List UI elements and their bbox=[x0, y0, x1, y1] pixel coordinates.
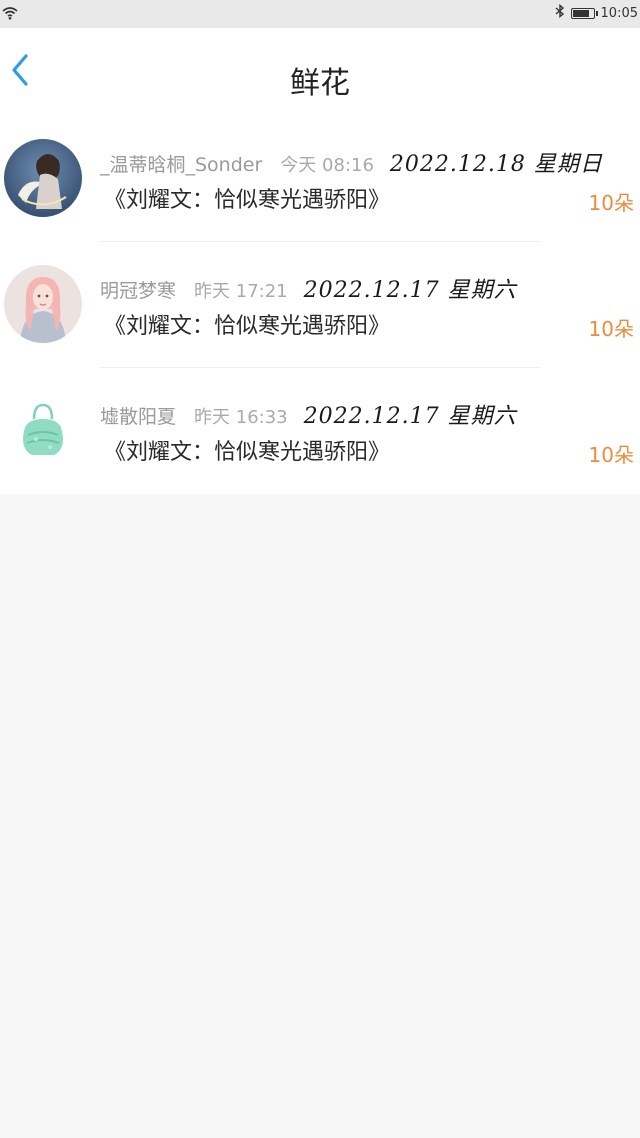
list-item[interactable]: 明冠梦寒 昨天 17:21 2022.12.17 星期六 《刘耀文：恰似寒光遇骄… bbox=[0, 242, 640, 368]
gift-meta: _温蒂晗桐_Sonder 今天 08:16 2022.12.18 星期日 bbox=[100, 146, 603, 178]
bluetooth-icon bbox=[555, 4, 565, 22]
date-stamp: 2022.12.17 星期六 bbox=[303, 404, 517, 429]
battery-icon bbox=[570, 7, 598, 19]
sender-name[interactable]: 明冠梦寒 bbox=[100, 276, 176, 303]
flower-count: 10朵 bbox=[588, 443, 634, 467]
gift-list: _温蒂晗桐_Sonder 今天 08:16 2022.12.18 星期日 《刘耀… bbox=[0, 116, 640, 494]
flower-count: 10朵 bbox=[588, 317, 634, 341]
avatar[interactable] bbox=[4, 265, 82, 343]
gift-title: 《刘耀文：恰似寒光遇骄阳》 bbox=[104, 314, 391, 339]
status-time: 10:05 bbox=[600, 5, 638, 21]
sender-name[interactable]: 墟散阳夏 bbox=[100, 402, 176, 429]
time-text: 昨天 17:21 bbox=[194, 281, 288, 302]
avatar[interactable] bbox=[4, 139, 82, 217]
date-stamp: 2022.12.17 星期六 bbox=[303, 278, 517, 303]
wifi-icon bbox=[2, 5, 18, 24]
gift-meta: 墟散阳夏 昨天 16:33 2022.12.17 星期六 bbox=[100, 398, 517, 430]
gift-title: 《刘耀文：恰似寒光遇骄阳》 bbox=[104, 188, 391, 213]
sender-name[interactable]: _温蒂晗桐_Sonder bbox=[100, 150, 262, 177]
avatar[interactable] bbox=[4, 391, 82, 469]
flower-count: 10朵 bbox=[588, 191, 634, 215]
page-title: 鲜花 bbox=[290, 66, 350, 101]
list-item[interactable]: _温蒂晗桐_Sonder 今天 08:16 2022.12.18 星期日 《刘耀… bbox=[0, 116, 640, 242]
nav-bar: 鲜花 bbox=[0, 28, 640, 117]
gift-title: 《刘耀文：恰似寒光遇骄阳》 bbox=[104, 440, 391, 465]
list-item[interactable]: 墟散阳夏 昨天 16:33 2022.12.17 星期六 《刘耀文：恰似寒光遇骄… bbox=[0, 368, 640, 494]
time-text: 昨天 16:33 bbox=[194, 407, 288, 428]
date-stamp: 2022.12.18 星期日 bbox=[389, 152, 603, 177]
time-text: 今天 08:16 bbox=[280, 155, 374, 176]
gift-meta: 明冠梦寒 昨天 17:21 2022.12.17 星期六 bbox=[100, 272, 517, 304]
status-bar: 10:05 bbox=[0, 0, 640, 28]
